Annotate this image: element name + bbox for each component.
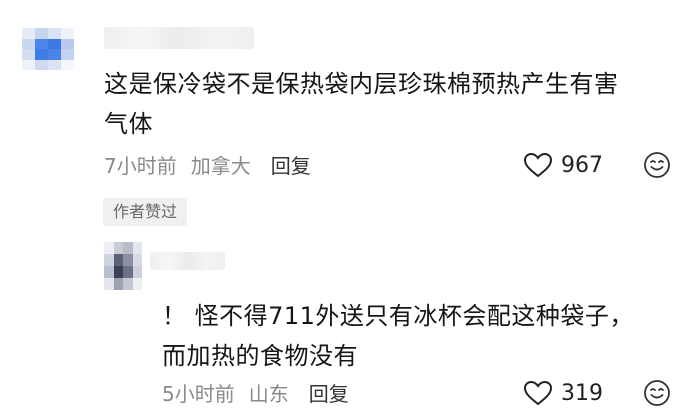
timestamp: 7小时前: [104, 153, 177, 178]
comment-line: 而加热的食物没有: [162, 342, 358, 370]
reply-text: ！ 怪不得711外送只有冰杯会配这种袋子， 而加热的食物没有: [162, 296, 662, 376]
comment-line: 这是保冷袋不是保热袋内层珍珠棉预热产生有害: [104, 70, 619, 98]
like-count: 319: [561, 380, 603, 406]
timestamp: 5小时前: [162, 381, 235, 406]
avatar[interactable]: [104, 242, 142, 290]
comment-meta: 5小时前 山东 回复: [162, 378, 349, 406]
comment-text: 这是保冷袋不是保热袋内层珍珠棉预热产生有害 气体: [104, 64, 664, 144]
heart-outline-icon: [523, 152, 553, 178]
reply-button[interactable]: 回复: [309, 378, 349, 407]
comment-line: 气体: [104, 110, 153, 138]
location: 加拿大: [190, 153, 251, 178]
username-blurred[interactable]: [150, 252, 225, 270]
comment-meta: 7小时前 加拿大 回复: [104, 150, 311, 178]
author-liked-badge: 作者赞过: [103, 198, 188, 226]
username-blurred[interactable]: [104, 27, 254, 49]
smiley-face-icon[interactable]: [643, 151, 671, 179]
heart-outline-icon: [523, 380, 553, 406]
comment-line: ！ 怪不得711外送只有冰杯会配这种袋子，: [162, 302, 634, 330]
like-button[interactable]: 319: [523, 378, 603, 408]
like-button[interactable]: 967: [523, 150, 603, 180]
location: 山东: [248, 381, 289, 406]
smiley-face-icon[interactable]: [643, 379, 671, 407]
like-count: 967: [561, 152, 603, 178]
reply-button[interactable]: 回复: [271, 150, 311, 179]
avatar[interactable]: [22, 28, 74, 70]
